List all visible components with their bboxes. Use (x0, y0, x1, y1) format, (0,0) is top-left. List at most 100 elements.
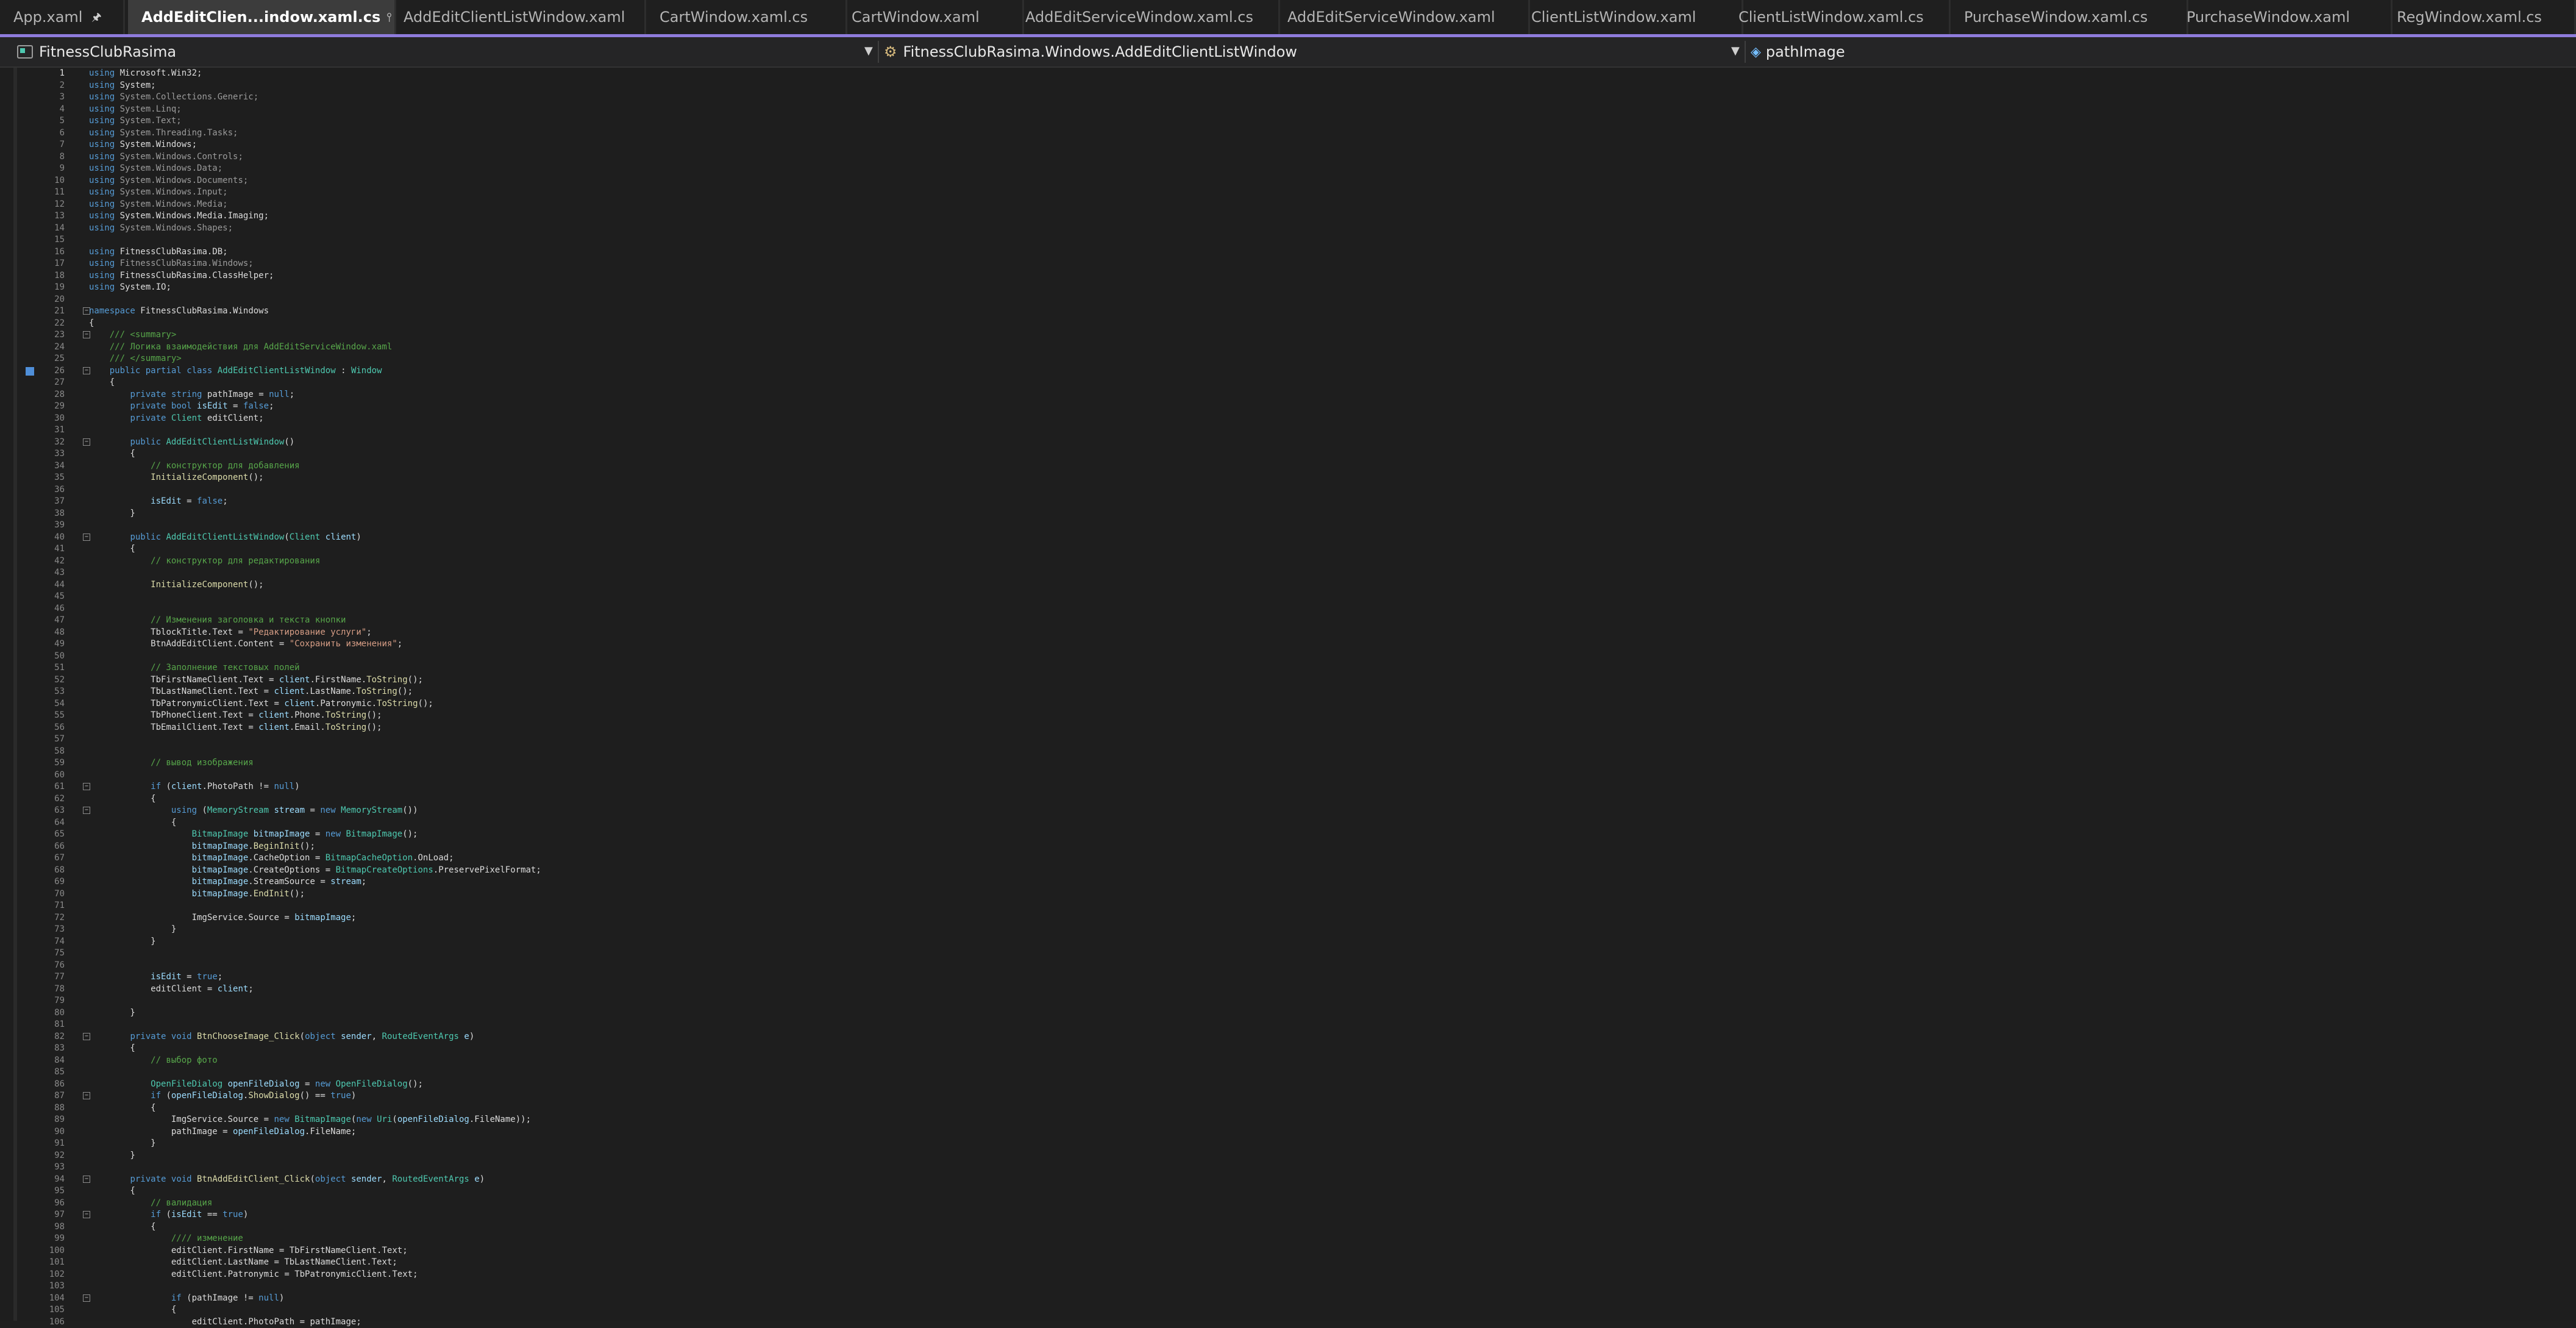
code-line[interactable]: 7using System.Windows; (0, 139, 2576, 151)
code-line[interactable]: 71 (0, 900, 2576, 912)
code-line[interactable]: 105 { (0, 1304, 2576, 1316)
code-line[interactable]: 66 bitmapImage.BeginInit(); (0, 841, 2576, 853)
tab-addeditservicewindow-xaml-cs[interactable]: AddEditServiceWindow.xaml.cs (1012, 0, 1280, 34)
code-line[interactable]: 87− if (openFileDialog.ShowDialog() == t… (0, 1090, 2576, 1102)
code-line[interactable]: 40− public AddEditClientListWindow(Clien… (0, 532, 2576, 544)
code-editor[interactable]: 1using Microsoft.Win32;2using System;3us… (0, 68, 2576, 1321)
code-line[interactable]: 15 (0, 234, 2576, 246)
code-line[interactable]: 51 // Заполнение текстовых полей (0, 662, 2576, 674)
code-line[interactable]: 103 (0, 1280, 2576, 1293)
code-line[interactable]: 43 (0, 567, 2576, 579)
code-line[interactable]: 32− public AddEditClientListWindow() (0, 437, 2576, 449)
code-line[interactable]: 91 } (0, 1138, 2576, 1150)
code-line[interactable]: 99 //// изменение (0, 1233, 2576, 1245)
code-line[interactable]: 57 (0, 734, 2576, 746)
code-line[interactable]: 25 /// </summary> (0, 353, 2576, 365)
code-line[interactable]: 20 (0, 294, 2576, 306)
code-line[interactable]: 84 // выбор фото (0, 1055, 2576, 1067)
code-line[interactable]: 82− private void BtnChooseImage_Click(ob… (0, 1031, 2576, 1043)
code-line[interactable]: 5using System.Text; (0, 115, 2576, 127)
code-line[interactable]: 2using System; (0, 80, 2576, 92)
code-line[interactable]: 17using FitnessClubRasima.Windows; (0, 258, 2576, 270)
code-line[interactable]: 28 private string pathImage = null; (0, 389, 2576, 401)
tab-cartwindow-xaml-cs[interactable]: CartWindow.xaml.cs (646, 0, 847, 34)
code-line[interactable]: 14using System.Windows.Shapes; (0, 223, 2576, 235)
code-line[interactable]: 16using FitnessClubRasima.DB; (0, 246, 2576, 259)
code-line[interactable]: 101 editClient.LastName = TbLastNameClie… (0, 1257, 2576, 1269)
bookmark-icon[interactable] (26, 367, 34, 376)
class-dropdown[interactable]: ⚙ FitnessClubRasima.Windows.AddEditClien… (884, 37, 1743, 66)
code-line[interactable]: 30 private Client editClient; (0, 413, 2576, 425)
chevron-down-icon[interactable]: ▼ (864, 45, 873, 57)
code-line[interactable]: 6using System.Threading.Tasks; (0, 127, 2576, 140)
code-line[interactable]: 53 TbLastNameClient.Text = client.LastNa… (0, 686, 2576, 698)
code-line[interactable]: 4using System.Linq; (0, 104, 2576, 116)
code-line[interactable]: 10using System.Windows.Documents; (0, 175, 2576, 187)
code-line[interactable]: 62 { (0, 793, 2576, 805)
code-line[interactable]: 88 { (0, 1102, 2576, 1115)
chevron-down-icon[interactable]: ▼ (1731, 45, 1740, 57)
code-line[interactable]: 8using System.Windows.Controls; (0, 151, 2576, 163)
code-line[interactable]: 13using System.Windows.Media.Imaging; (0, 210, 2576, 223)
code-line[interactable]: 34 // конструктор для добавления (0, 460, 2576, 473)
code-line[interactable]: 37 isEdit = false; (0, 496, 2576, 508)
code-line[interactable]: 78 editClient = client; (0, 984, 2576, 996)
code-line[interactable]: 102 editClient.Patronymic = TbPatronymic… (0, 1269, 2576, 1281)
tab-clientlistwindow-xaml[interactable]: ClientListWindow.xaml (1518, 0, 1743, 34)
code-line[interactable]: 93 (0, 1162, 2576, 1174)
code-line[interactable]: 61− if (client.PhotoPath != null) (0, 781, 2576, 793)
code-line[interactable]: 48 TblockTitle.Text = "Редактирование ус… (0, 627, 2576, 639)
code-line[interactable]: 94− private void BtnAddEditClient_Click(… (0, 1174, 2576, 1186)
code-line[interactable]: 64 { (0, 817, 2576, 829)
code-line[interactable]: 1using Microsoft.Win32; (0, 68, 2576, 80)
code-line[interactable]: 58 (0, 746, 2576, 758)
code-line[interactable]: 55 TbPhoneClient.Text = client.Phone.ToS… (0, 710, 2576, 722)
code-line[interactable]: 60 (0, 769, 2576, 782)
code-line[interactable]: 29 private bool isEdit = false; (0, 401, 2576, 413)
code-line[interactable]: 18using FitnessClubRasima.ClassHelper; (0, 270, 2576, 282)
tab-addeditservicewindow-xaml[interactable]: AddEditServiceWindow.xaml (1274, 0, 1530, 34)
code-line[interactable]: 75 (0, 948, 2576, 960)
code-line[interactable]: 79 (0, 995, 2576, 1007)
code-line[interactable]: 33 { (0, 448, 2576, 460)
code-line[interactable]: 38 } (0, 508, 2576, 520)
project-dropdown[interactable]: FitnessClubRasima ▼ (17, 37, 883, 66)
code-line[interactable]: 24 /// Логика взаимодействия для AddEdit… (0, 341, 2576, 354)
code-line[interactable]: 96 // валидация (0, 1198, 2576, 1210)
code-line[interactable]: 3using System.Collections.Generic; (0, 91, 2576, 104)
code-line[interactable]: 65 BitmapImage bitmapImage = new BitmapI… (0, 829, 2576, 841)
code-line[interactable]: 59 // вывод изображения (0, 757, 2576, 769)
tab-app-xaml[interactable]: App.xaml 🖈 (0, 0, 125, 34)
code-line[interactable]: 52 TbFirstNameClient.Text = client.First… (0, 674, 2576, 687)
code-line[interactable]: 39 (0, 519, 2576, 532)
code-line[interactable]: 41 { (0, 543, 2576, 555)
code-line[interactable]: 46 (0, 603, 2576, 615)
tab-purchasewindow-xaml[interactable]: PurchaseWindow.xaml (2173, 0, 2393, 34)
code-line[interactable]: 9using System.Windows.Data; (0, 163, 2576, 175)
code-line[interactable]: 86 OpenFileDialog openFileDialog = new O… (0, 1079, 2576, 1091)
code-line[interactable]: 67 bitmapImage.CacheOption = BitmapCache… (0, 852, 2576, 865)
code-line[interactable]: 47 // Изменения заголовка и текста кнопк… (0, 615, 2576, 627)
tab-purchasewindow-xaml-cs[interactable]: PurchaseWindow.xaml.cs (1951, 0, 2188, 34)
code-line[interactable]: 44 InitializeComponent(); (0, 579, 2576, 591)
code-line[interactable]: 72 ImgService.Source = bitmapImage; (0, 912, 2576, 924)
code-line[interactable]: 42 // конструктор для редактирования (0, 555, 2576, 568)
code-line[interactable]: 80 } (0, 1007, 2576, 1019)
code-line[interactable]: 49 BtnAddEditClient.Content = "Сохранить… (0, 638, 2576, 651)
code-line[interactable]: 77 isEdit = true; (0, 971, 2576, 984)
code-line[interactable]: 63− using (MemoryStream stream = new Mem… (0, 805, 2576, 817)
code-line[interactable]: 12using System.Windows.Media; (0, 199, 2576, 211)
code-line[interactable]: 50 (0, 651, 2576, 663)
code-line[interactable]: 90 pathImage = openFileDialog.FileName; (0, 1126, 2576, 1138)
tab-regwindow-xaml-cs[interactable]: RegWindow.xaml.cs (2383, 0, 2576, 34)
code-line[interactable]: 36 (0, 484, 2576, 496)
code-line[interactable]: 68 bitmapImage.CreateOptions = BitmapCre… (0, 865, 2576, 877)
code-line[interactable]: 74 } (0, 936, 2576, 948)
tab-addeditclientlistwindow-xaml-cs[interactable]: AddEditClien...indow.xaml.cs ⫯ ✕ (128, 0, 396, 34)
code-line[interactable]: 35 InitializeComponent(); (0, 472, 2576, 484)
code-line[interactable]: 89 ImgService.Source = new BitmapImage(n… (0, 1114, 2576, 1126)
code-line[interactable]: 45 (0, 591, 2576, 603)
code-line[interactable]: 100 editClient.FirstName = TbFirstNameCl… (0, 1245, 2576, 1257)
code-line[interactable]: 83 { (0, 1043, 2576, 1055)
code-line[interactable]: 56 TbEmailClient.Text = client.Email.ToS… (0, 722, 2576, 734)
